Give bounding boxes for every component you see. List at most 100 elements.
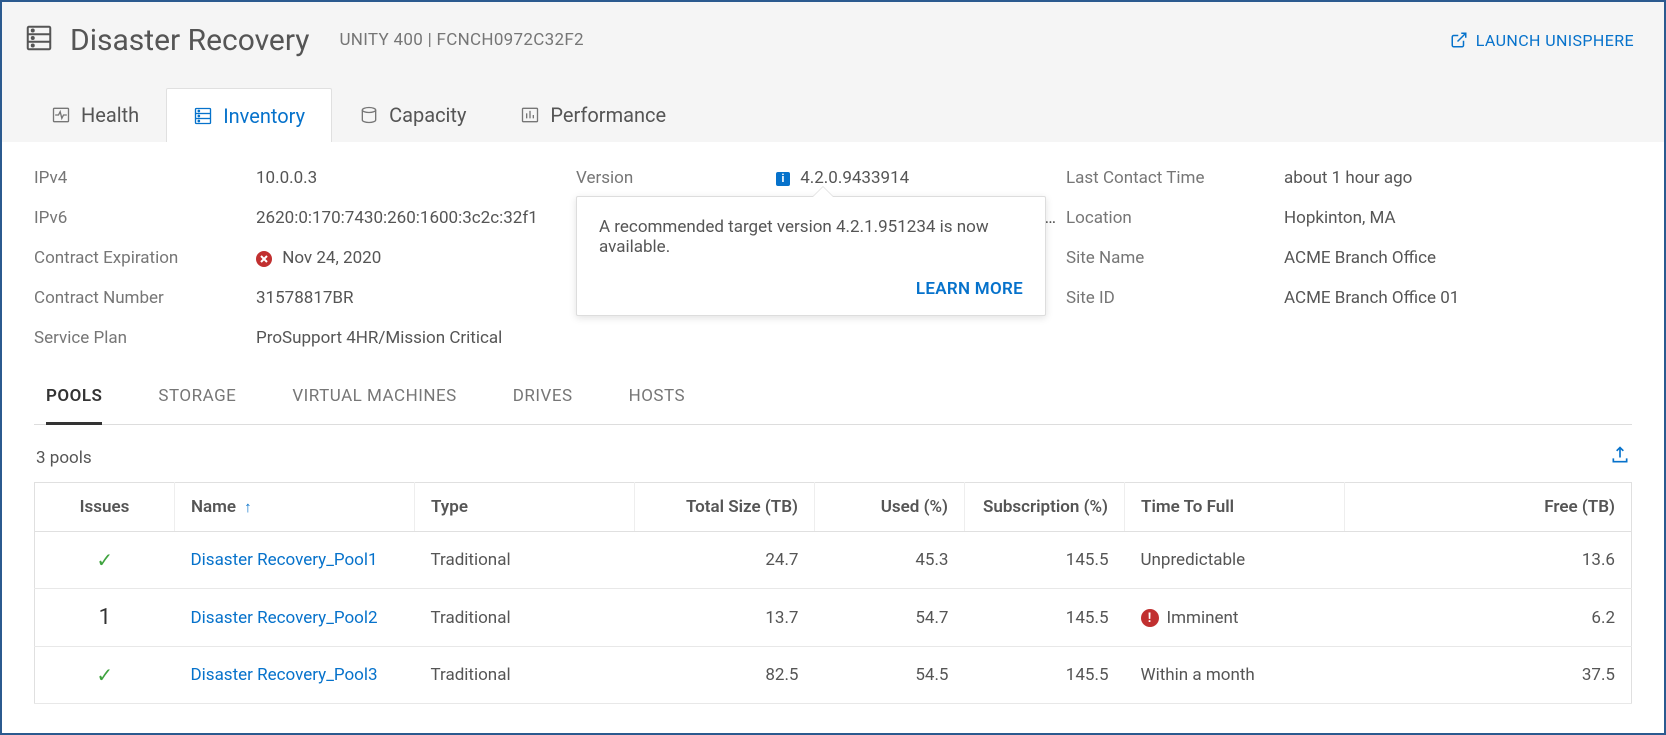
external-link-icon [1450, 31, 1468, 49]
health-icon [51, 105, 71, 125]
location-label: Location [1066, 208, 1284, 228]
ipv6-label: IPv6 [34, 208, 256, 228]
cell-total-size: 24.7 [635, 532, 815, 589]
cell-name: Disaster Recovery_Pool1 [175, 532, 415, 589]
version-text: 4.2.0.9433914 [800, 168, 909, 188]
inventory-subtabs: POOLS STORAGE VIRTUAL MACHINES DRIVES HO… [34, 386, 1632, 425]
contract-num-label: Contract Number [34, 288, 256, 308]
cell-total-size: 13.7 [635, 589, 815, 647]
col-subscription[interactable]: Subscription (%) [965, 483, 1125, 532]
info-icon: i [776, 172, 790, 186]
cell-time-to-full: Within a month [1125, 647, 1345, 704]
cell-time-to-full: Unpredictable [1125, 532, 1345, 589]
version-value[interactable]: i 4.2.0.9433914 [776, 168, 1066, 188]
main-tabs: Health Inventory Capacity Performance [2, 64, 1664, 142]
performance-icon [520, 105, 540, 125]
cell-type: Traditional [415, 647, 635, 704]
location-value: Hopkinton, MA [1284, 208, 1632, 228]
pool-link[interactable]: Disaster Recovery_Pool3 [191, 665, 378, 685]
detail-grid: IPv4 IPv6 Contract Expiration Contract N… [34, 168, 1632, 348]
contract-exp-text: Nov 24, 2020 [282, 248, 381, 268]
export-button[interactable] [1610, 445, 1630, 470]
cell-type: Traditional [415, 532, 635, 589]
last-contact-label: Last Contact Time [1066, 168, 1284, 188]
table-row[interactable]: ✓ Disaster Recovery_Pool3 Traditional82.55… [35, 647, 1632, 704]
col-issues[interactable]: Issues [35, 483, 175, 532]
contract-exp-label: Contract Expiration [34, 248, 256, 268]
capacity-icon [359, 105, 379, 125]
subtab-hosts[interactable]: HOSTS [629, 386, 686, 424]
cell-name: Disaster Recovery_Pool2 [175, 589, 415, 647]
last-contact-value: about 1 hour ago [1284, 168, 1632, 188]
alert-icon: ! [1141, 609, 1159, 627]
pool-link[interactable]: Disaster Recovery_Pool1 [191, 550, 378, 570]
popover-learn-more-link[interactable]: LEARN MORE [599, 279, 1023, 299]
issue-count: 1 [99, 605, 111, 630]
table-row[interactable]: 1 Disaster Recovery_Pool2 Traditional13.75… [35, 589, 1632, 647]
system-meta: UNITY 400 | FCNCH0972C32F2 [339, 30, 583, 50]
subtab-drives[interactable]: DRIVES [513, 386, 573, 424]
table-row[interactable]: ✓ Disaster Recovery_Pool1 Traditional24.74… [35, 532, 1632, 589]
subtab-virtual-machines[interactable]: VIRTUAL MACHINES [292, 386, 456, 424]
cell-issues: ✓ [35, 532, 175, 589]
cell-used: 54.5 [815, 647, 965, 704]
cell-name: Disaster Recovery_Pool3 [175, 647, 415, 704]
cell-total-size: 82.5 [635, 647, 815, 704]
ok-icon: ✓ [96, 548, 113, 572]
page-header: Disaster Recovery UNITY 400 | FCNCH0972C… [2, 2, 1664, 64]
cell-issues: 1 [35, 589, 175, 647]
tab-performance-label: Performance [550, 103, 666, 127]
site-name-label: Site Name [1066, 248, 1284, 268]
cell-free: 37.5 [1345, 647, 1632, 704]
ipv4-label: IPv4 [34, 168, 256, 188]
system-icon [24, 23, 54, 57]
version-label: Version [576, 168, 776, 188]
col-name[interactable]: Name [175, 483, 415, 532]
service-plan-value: ProSupport 4HR/Mission Critical [256, 328, 576, 348]
contract-num-value: 31578817BR [256, 288, 576, 308]
launch-unisphere-link[interactable]: LAUNCH UNISPHERE [1450, 31, 1642, 50]
cell-subscription: 145.5 [965, 532, 1125, 589]
site-id-value: ACME Branch Office 01 [1284, 288, 1632, 308]
col-used[interactable]: Used (%) [815, 483, 965, 532]
cell-free: 6.2 [1345, 589, 1632, 647]
inventory-icon [193, 106, 213, 126]
pool-link[interactable]: Disaster Recovery_Pool2 [191, 608, 378, 628]
cell-used: 54.7 [815, 589, 965, 647]
tab-capacity[interactable]: Capacity [332, 88, 493, 142]
pools-table: Issues Name Type Total Size (TB) Used (%… [34, 482, 1632, 704]
tab-health[interactable]: Health [24, 88, 166, 142]
cell-issues: ✓ [35, 647, 175, 704]
contract-exp-value: Nov 24, 2020 [256, 248, 576, 268]
col-type[interactable]: Type [415, 483, 635, 532]
tab-health-label: Health [81, 103, 139, 127]
tab-performance[interactable]: Performance [493, 88, 693, 142]
subtab-pools[interactable]: POOLS [46, 386, 102, 425]
page-title: Disaster Recovery [70, 23, 309, 58]
cell-type: Traditional [415, 589, 635, 647]
ipv4-value: 10.0.0.3 [256, 168, 576, 188]
export-icon [1610, 445, 1630, 465]
version-update-popover: A recommended target version 4.2.1.95123… [576, 196, 1046, 316]
ipv6-value: 2620:0:170:7430:260:1600:3c2c:32f1 [256, 208, 576, 228]
cell-subscription: 145.5 [965, 589, 1125, 647]
cell-subscription: 145.5 [965, 647, 1125, 704]
cell-used: 45.3 [815, 532, 965, 589]
ok-icon: ✓ [96, 663, 113, 687]
subtab-storage[interactable]: STORAGE [158, 386, 236, 424]
col-time-to-full[interactable]: Time To Full [1125, 483, 1345, 532]
cell-free: 13.6 [1345, 532, 1632, 589]
cell-time-to-full: !Imminent [1125, 589, 1345, 647]
col-total-size[interactable]: Total Size (TB) [635, 483, 815, 532]
popover-message: A recommended target version 4.2.1.95123… [599, 217, 1023, 257]
site-name-value: ACME Branch Office [1284, 248, 1632, 268]
tab-inventory[interactable]: Inventory [166, 88, 332, 142]
tab-capacity-label: Capacity [389, 103, 466, 127]
error-icon [256, 251, 272, 267]
col-free[interactable]: Free (TB) [1345, 483, 1632, 532]
launch-unisphere-label: LAUNCH UNISPHERE [1476, 31, 1634, 50]
pools-count: 3 pools [36, 448, 92, 468]
service-plan-label: Service Plan [34, 328, 256, 348]
site-id-label: Site ID [1066, 288, 1284, 308]
tab-inventory-label: Inventory [223, 104, 305, 128]
